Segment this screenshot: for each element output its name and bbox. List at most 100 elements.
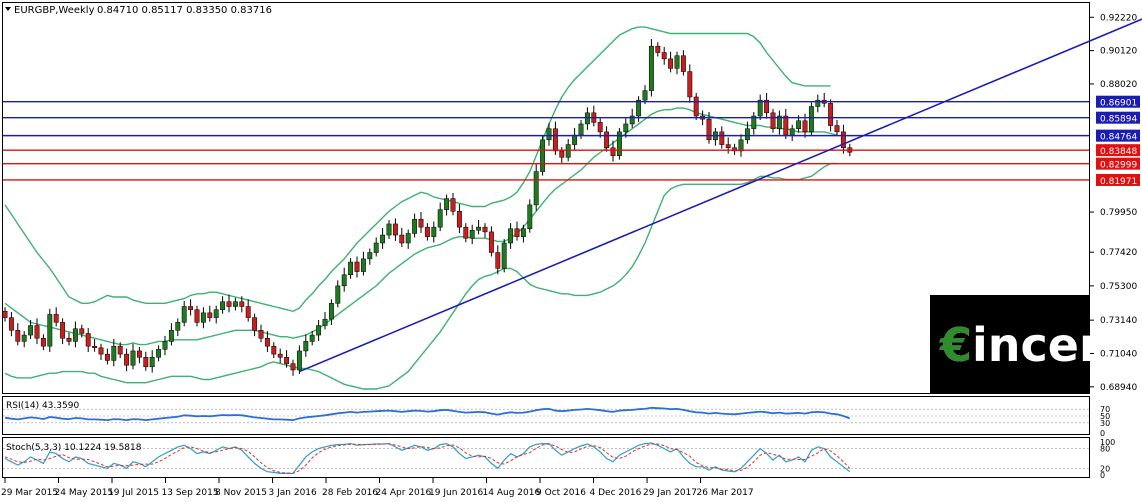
price-axis: 0.92220 0.90120 0.88020 0.79950 0.77420 0.753…	[1089, 13, 1137, 393]
brand-logo: €incen €	[930, 295, 1112, 393]
candle-body	[15, 330, 21, 342]
candle-body	[834, 125, 840, 133]
candle-body	[604, 131, 610, 149]
candle-body	[290, 363, 296, 371]
candle-body	[636, 99, 642, 117]
candle-body	[668, 58, 674, 69]
candle-body	[373, 242, 379, 253]
candle-body	[655, 45, 661, 53]
time-tick-label: 24 May 2015	[55, 488, 114, 498]
candle-body	[437, 209, 443, 228]
collapse-triangle-icon[interactable]	[5, 7, 11, 11]
candle-body	[405, 233, 411, 244]
price-tick-label: 0.71040	[1100, 349, 1137, 359]
candle-body	[60, 322, 66, 339]
candle-body	[552, 128, 558, 152]
candle-body	[744, 128, 750, 141]
stochastic-indicator: 10080200	[3, 438, 1115, 480]
candle-body	[316, 325, 322, 336]
candle-body	[828, 103, 834, 126]
candle-body	[226, 301, 232, 307]
candle-body	[303, 341, 309, 352]
candle-body	[239, 301, 245, 307]
candle-body	[508, 228, 514, 244]
candle-body	[687, 71, 693, 98]
ohlc-values: 0.84710 0.85117 0.83350 0.83716	[97, 5, 272, 16]
candle-body	[194, 309, 200, 323]
candle-body	[719, 131, 725, 145]
level-price-label: 0.86901	[1100, 99, 1137, 109]
time-tick-label: 14 Aug 2016	[483, 488, 541, 498]
candle-body	[21, 334, 27, 342]
candle-body	[642, 90, 648, 101]
candle-body	[348, 261, 354, 275]
stoch-level-label: 0	[1100, 471, 1105, 480]
candle-body	[770, 112, 776, 129]
level-price-label: 0.85894	[1100, 115, 1137, 125]
candle-body	[469, 230, 475, 239]
price-tick-label: 0.75300	[1100, 282, 1137, 292]
time-tick-label: 24 Apr 2016	[376, 488, 432, 498]
candle-body	[188, 306, 194, 310]
candle-body	[175, 322, 181, 331]
rsi-level-label: 30	[1100, 419, 1110, 428]
candle-body	[482, 226, 488, 233]
candle-body	[424, 226, 430, 237]
candle-body	[341, 274, 347, 287]
symbol-label: EURGBP,Weekly	[14, 5, 95, 16]
candle-body	[450, 198, 456, 212]
candle-body	[533, 171, 539, 206]
price-tick-label: 0.73140	[1100, 316, 1137, 326]
candle-body	[258, 330, 264, 339]
candle-body	[130, 350, 136, 366]
candle-body	[28, 325, 34, 336]
level-price-label: 0.82999	[1100, 161, 1137, 171]
bollinger-upper-band	[4, 26, 831, 313]
candle-body	[693, 96, 699, 117]
candle-body	[501, 242, 507, 269]
candle-body	[277, 353, 283, 358]
candle-body	[476, 226, 482, 231]
candle-body	[802, 120, 808, 133]
candle-body	[546, 128, 552, 141]
candle-body	[578, 123, 584, 136]
candle-body	[623, 123, 629, 133]
time-axis: 29 Mar 201524 May 201519 Jul 2015 13 Sep …	[1, 478, 754, 498]
candle-body	[284, 357, 290, 364]
price-chart[interactable]: 0.86901 0.85894 0.84764 0.83848 0.82999 0.819…	[0, 0, 1142, 502]
candle-body	[156, 349, 162, 358]
candle-body	[111, 345, 117, 361]
candle-body	[322, 318, 328, 326]
candle-body	[252, 317, 258, 331]
rsi-level-label: 0	[1100, 429, 1105, 438]
candle-body	[92, 345, 98, 349]
rsi-line	[4, 406, 851, 422]
candle-body	[444, 198, 450, 210]
time-tick-label: 28 Feb 2016	[322, 488, 378, 498]
candle-body	[386, 223, 392, 236]
candle-body	[757, 99, 763, 117]
candle-body	[104, 353, 110, 361]
candle-body	[360, 258, 366, 272]
candle-body	[796, 120, 802, 129]
candle-body	[514, 228, 520, 237]
candle-body	[200, 312, 206, 323]
candle-body	[98, 347, 104, 355]
candle-body	[72, 328, 78, 342]
stoch-label: Stoch(5,3,3) 10.1224 19.5818	[6, 443, 142, 453]
candle-body	[648, 45, 654, 91]
candle-body	[520, 228, 526, 237]
candle-body	[213, 309, 219, 318]
candle-body	[149, 357, 155, 368]
price-tick-label: 0.88020	[1100, 80, 1137, 90]
price-tick-label: 0.79950	[1100, 208, 1137, 218]
candle-body	[680, 55, 686, 72]
price-tick-label: 0.77420	[1100, 248, 1137, 258]
price-tick-label: 0.92220	[1100, 13, 1137, 23]
candle-body	[220, 301, 226, 310]
time-tick-label: 29 Jan 2017	[643, 488, 697, 498]
level-price-label: 0.81971	[1100, 177, 1137, 187]
candle-body	[47, 314, 53, 347]
bollinger-lower-band	[4, 162, 837, 390]
candle-body	[124, 353, 130, 366]
